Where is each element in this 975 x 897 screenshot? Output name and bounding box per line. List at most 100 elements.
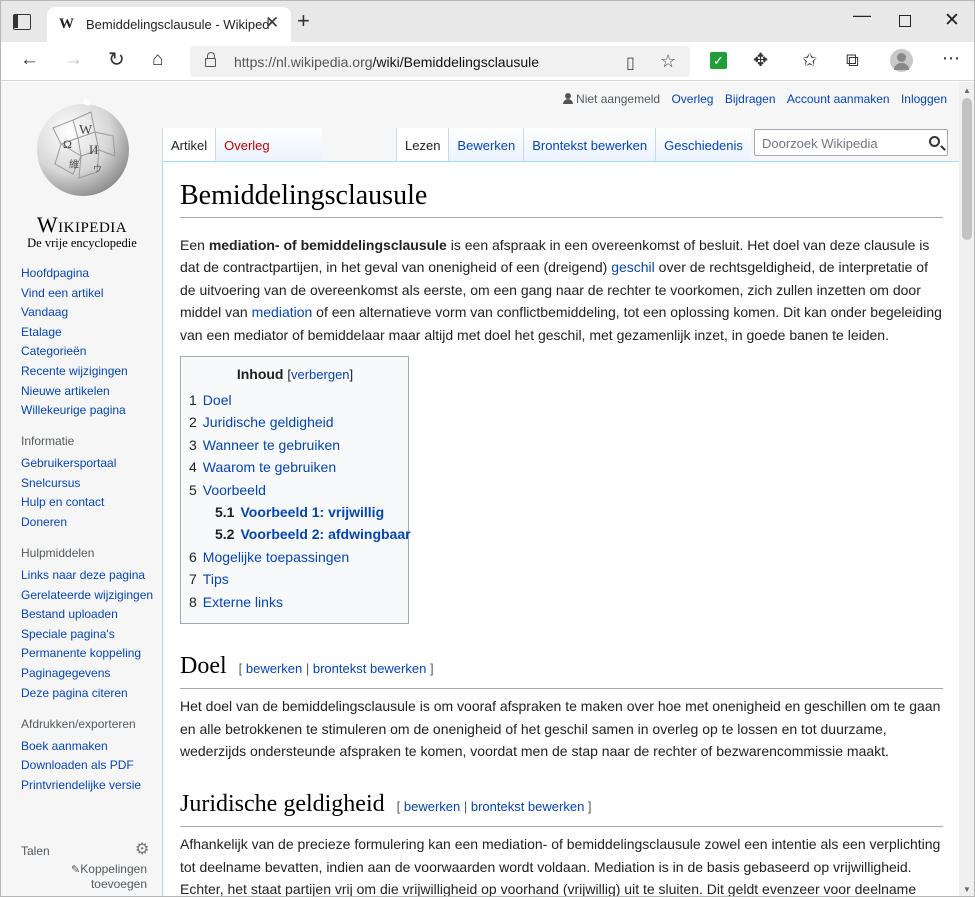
sidebar-item-main-3[interactable]: Etalage [21, 325, 156, 339]
url-path: /wiki/Bemiddelingsclausule [372, 54, 540, 70]
search-icon[interactable] [929, 136, 940, 147]
page-scrollbar[interactable]: ▲ ▼ [959, 82, 974, 896]
sidebar-item-info-3[interactable]: Doneren [21, 515, 156, 529]
tab-bewerken[interactable]: Bewerken [448, 128, 524, 161]
toc-item[interactable]: 3 Wanneer te gebruiken [189, 434, 401, 456]
sidebar-item-tools-6[interactable]: Deze pagina citeren [21, 686, 156, 700]
sidebar-item-tools-4[interactable]: Permanente koppeling [21, 647, 156, 660]
sidebar-item-print-1[interactable]: Downloaden als PDF [21, 759, 156, 772]
toc-text: Juridische geldigheid [202, 414, 334, 431]
tab-geschiedenis[interactable]: Geschiedenis [655, 128, 751, 161]
section-title: Juridische geldigheid [180, 791, 385, 818]
toc-text: Externe links [202, 593, 283, 610]
toc-number: 1 [189, 392, 197, 409]
lock-icon[interactable] [205, 52, 216, 67]
sidebar-item-main-4[interactable]: Categorieën [21, 345, 156, 358]
intro-paragraph: Een mediation- of bemiddelingsclausule i… [180, 234, 943, 346]
immersive-reader-icon[interactable]: ▯ [626, 53, 635, 73]
sidebar-item-main-0[interactable]: Hoofdpagina [21, 267, 156, 280]
more-menu-icon[interactable]: ⋯ [942, 48, 960, 69]
extension-check-icon[interactable]: ✓ [710, 52, 727, 69]
wikipedia-tagline: De vrije encyclopedie [27, 236, 137, 250]
toc-item[interactable]: 1 Doel [189, 389, 401, 411]
sidebar-item-main-7[interactable]: Willekeurige pagina [21, 404, 156, 417]
sidebar-item-main-2[interactable]: Vandaag [21, 306, 156, 319]
sidebar-item-print-2[interactable]: Printvriendelijke versie [21, 778, 156, 792]
new-tab-icon[interactable]: + [297, 10, 310, 32]
sidebar-item-info-0[interactable]: Gebruikersportaal [21, 457, 156, 470]
language-settings-gear-icon[interactable]: ⚙ [135, 839, 149, 859]
maximize-icon[interactable] [899, 15, 911, 27]
collections-icon[interactable]: ⧉ [846, 50, 859, 71]
toc-item[interactable]: 2 Juridische geldigheid [189, 411, 401, 433]
toc-text: Mogelijke toepassingen [202, 548, 350, 565]
toc-item[interactable]: 4 Waarom te gebruiken [189, 456, 401, 478]
tab-lezen[interactable]: Lezen [396, 128, 449, 161]
create-account-link[interactable]: Account aanmaken [787, 92, 890, 106]
tab-title: Bemiddelingsclausule - Wikiped [86, 17, 270, 32]
add-favorite-icon[interactable]: ☆ [660, 51, 676, 72]
link-geschil[interactable]: geschil [611, 259, 655, 275]
sidebar-item-tools-1[interactable]: Gerelateerde wijzigingen [21, 588, 156, 602]
sidebar-item-main-1[interactable]: Vind een artikel [21, 286, 156, 300]
toc-text: Waarom te gebruiken [202, 459, 337, 476]
tab-artikel[interactable]: Artikel [162, 128, 216, 161]
personal-link-overleg[interactable]: Overleg [671, 92, 713, 106]
minimize-icon[interactable]: — [853, 5, 871, 26]
section-paragraph-doel: Het doel van de bemiddelingsclausule is … [180, 698, 941, 759]
sidebar-navigation: Hoofdpagina Vind een artikel Vandaag Etalag… [21, 267, 156, 798]
url-text[interactable]: https://nl.wikipedia.org/wiki/Bemiddelin… [234, 54, 539, 70]
toc-item[interactable]: 8 Externe links [189, 591, 401, 613]
reload-icon[interactable]: ↻ [108, 50, 125, 70]
source-edit-section-link[interactable]: brontekst bewerken [471, 799, 584, 814]
sidebar-item-main-6[interactable]: Nieuwe artikelen [21, 384, 156, 398]
toc-text: Voorbeeld 2: afdwingbaar [240, 526, 411, 543]
scroll-up-arrow-icon[interactable]: ▲ [963, 86, 971, 95]
scroll-down-arrow-icon[interactable]: ▼ [963, 885, 971, 894]
toc-item[interactable]: 5.1 Voorbeeld 1: vrijwillig [189, 501, 401, 523]
edit-section-link[interactable]: bewerken [246, 661, 302, 676]
edit-section-link[interactable]: bewerken [404, 799, 460, 814]
sidebar-item-tools-2[interactable]: Bestand uploaden [21, 608, 156, 621]
toc-item[interactable]: 5.2 Voorbeeld 2: afdwingbaar [189, 523, 411, 545]
sidebar-item-tools-0[interactable]: Links naar deze pagina [21, 568, 156, 582]
toc-number: 8 [189, 593, 197, 610]
forward-arrow-icon[interactable]: → [64, 50, 83, 70]
tab-close-icon[interactable]: ✕ [265, 13, 279, 33]
sidebar-item-main-5[interactable]: Recente wijzigingen [21, 364, 156, 378]
toc-item[interactable]: 6 Mogelijke toepassingen [189, 546, 401, 568]
tab-brontekst-bewerken[interactable]: Brontekst bewerken [523, 128, 656, 161]
source-edit-section-link[interactable]: brontekst bewerken [313, 661, 426, 676]
favorites-icon[interactable]: ✩ [802, 50, 817, 71]
sidebar-item-info-2[interactable]: Hulp en contact [21, 496, 156, 509]
login-link[interactable]: Inloggen [901, 92, 947, 106]
sidebar-item-print-0[interactable]: Boek aanmaken [21, 739, 156, 753]
window-close-icon[interactable]: ✕ [944, 9, 960, 32]
profile-avatar-icon[interactable] [890, 49, 913, 72]
url-host: https://nl.wikipedia.org [234, 54, 373, 70]
nav-print-section: Afdrukken/exporteren Boek aanmaken Downlo… [21, 717, 156, 792]
sidebar-item-tools-5[interactable]: Paginagegevens [21, 666, 156, 680]
home-icon[interactable]: ⌂ [152, 50, 163, 70]
toc-item[interactable]: 7 Tips [189, 568, 401, 590]
toc-item[interactable]: 5 Voorbeeld [189, 479, 401, 501]
sidebar-item-tools-3[interactable]: Speciale pagina's [21, 627, 156, 641]
back-arrow-icon[interactable]: ← [20, 50, 39, 70]
address-bar[interactable]: https://nl.wikipedia.org/wiki/Bemiddelin… [190, 46, 690, 77]
extensions-puzzle-icon[interactable]: ✥ [753, 50, 768, 71]
scroll-thumb[interactable] [962, 98, 972, 240]
toc-text: Wanneer te gebruiken [202, 436, 341, 453]
personal-link-bijdragen[interactable]: Bijdragen [725, 92, 776, 106]
tab-actions-icon[interactable] [13, 14, 31, 30]
section-edit-links: [ bewerken | brontekst bewerken ] [396, 799, 592, 815]
toc-text: Voorbeeld 1: vrijwillig [240, 504, 385, 521]
toc-heading: Inhoud [236, 366, 284, 383]
search-input[interactable]: Doorzoek Wikipedia [754, 129, 948, 156]
table-of-contents: Inhoud [verbergen] 1 Doel 2 Juridische geld… [180, 356, 411, 625]
sidebar-item-info-1[interactable]: Snelcursus [21, 476, 156, 490]
toc-toggle-link[interactable]: verbergen [291, 367, 350, 382]
browser-tab[interactable]: W Bemiddelingsclausule - Wikiped ✕ [47, 7, 291, 42]
tab-overleg[interactable]: Overleg [215, 128, 322, 161]
add-interlanguage-links[interactable]: ✎Koppelingen toevoegen [21, 862, 147, 891]
link-mediation[interactable]: mediation [252, 304, 313, 320]
